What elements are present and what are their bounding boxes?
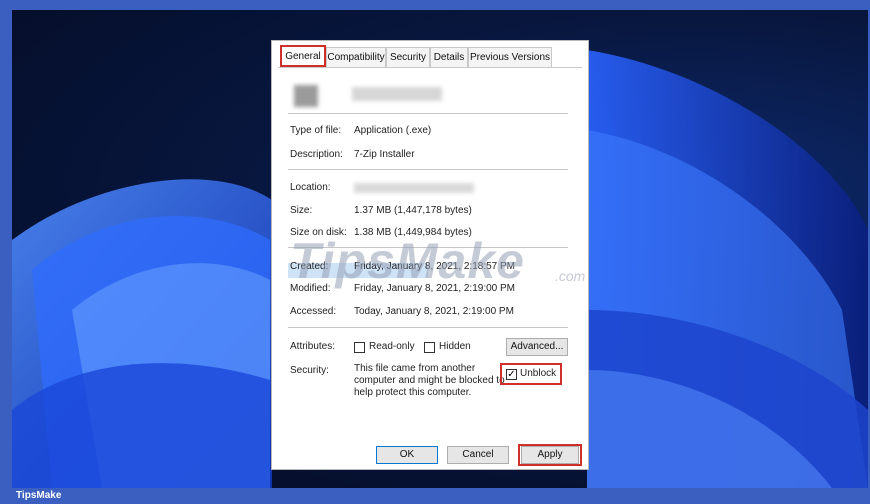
type-of-file-label: Type of file: (290, 125, 342, 136)
footer-brand: TipsMake (16, 490, 62, 501)
unblock-label: Unblock (520, 368, 557, 379)
unblock-checkbox[interactable]: ✓ (506, 369, 517, 380)
read-only-label: Read-only (369, 341, 415, 352)
footer-bar: TipsMake (0, 488, 870, 504)
tab-compatibility[interactable]: Compatibility (326, 47, 386, 67)
advanced-button[interactable]: Advanced... (506, 338, 568, 356)
accessed-value: Today, January 8, 2021, 2:19:00 PM (354, 306, 514, 317)
divider (288, 327, 568, 328)
divider (288, 113, 568, 114)
ok-button[interactable]: OK (376, 446, 438, 464)
description-label: Description: (290, 149, 343, 160)
security-message-line-1: This file came from another (354, 363, 476, 374)
hidden-checkbox[interactable] (424, 342, 435, 353)
tab-divider (278, 67, 582, 68)
location-value (354, 183, 474, 193)
type-of-file-value: Application (.exe) (354, 125, 432, 136)
tab-previous-versions[interactable]: Previous Versions (468, 47, 552, 67)
file-name-field[interactable] (352, 87, 442, 101)
accessed-label: Accessed: (290, 306, 337, 317)
cancel-button[interactable]: Cancel (447, 446, 509, 464)
location-label: Location: (290, 182, 331, 193)
security-message-line-3: help protect this computer. (354, 387, 472, 398)
tab-general[interactable]: General (280, 45, 326, 67)
divider (288, 169, 568, 170)
tab-details[interactable]: Details (430, 47, 468, 67)
watermark: TipsMake (290, 233, 525, 289)
size-label: Size: (290, 205, 313, 216)
file-icon (294, 85, 318, 107)
apply-button[interactable]: Apply (521, 446, 579, 464)
watermark-suffix: .com (555, 268, 586, 284)
tab-security[interactable]: Security (386, 47, 430, 67)
security-label: Security: (290, 365, 329, 376)
hidden-label: Hidden (439, 341, 471, 352)
size-value: 1.37 MB (1,447,178 bytes) (354, 205, 472, 216)
read-only-checkbox[interactable] (354, 342, 365, 353)
attributes-label: Attributes: (290, 341, 336, 352)
description-value: 7-Zip Installer (354, 149, 415, 160)
security-message-line-2: computer and might be blocked to (354, 375, 505, 386)
